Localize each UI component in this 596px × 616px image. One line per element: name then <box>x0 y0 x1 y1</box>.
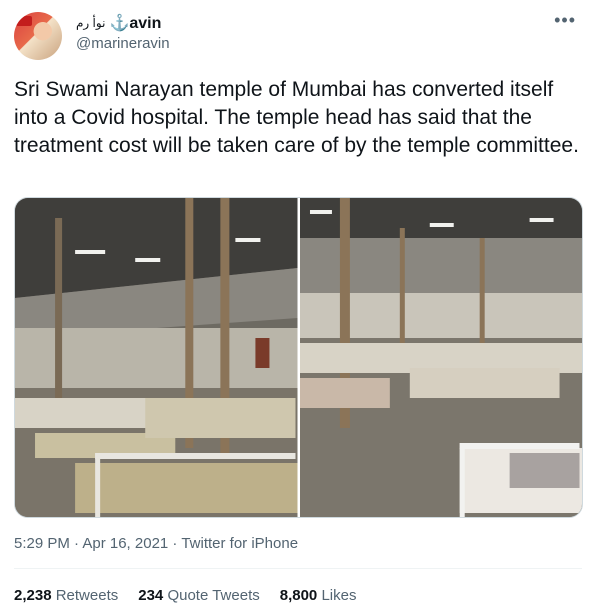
avatar[interactable] <box>14 12 62 60</box>
meta-separator: · <box>168 535 182 552</box>
tweet-source[interactable]: Twitter for iPhone <box>181 535 298 552</box>
photo-right[interactable] <box>299 198 582 517</box>
hospital-hall-photo-left <box>15 198 298 517</box>
user-handle[interactable]: @marineravin <box>76 35 170 52</box>
retweets-label: Retweets <box>55 587 119 604</box>
retweets-stat[interactable]: 2,238 Retweets <box>14 587 118 604</box>
likes-count: 8,800 <box>279 587 318 604</box>
quote-tweets-stat[interactable]: 234 Quote Tweets <box>138 587 259 604</box>
tweet-time[interactable]: 5:29 PM · Apr 16, 2021 <box>14 535 168 552</box>
photo-left[interactable] <box>15 198 298 517</box>
tweet-card: نوأ رم ⚓avin @marineravin ••• Sri Swami … <box>0 0 596 616</box>
likes-label: Likes <box>321 587 357 604</box>
retweets-count: 2,238 <box>14 587 52 604</box>
engagement-stats: 2,238 Retweets 234 Quote Tweets 8,800 Li… <box>14 587 356 604</box>
quote-tweets-label: Quote Tweets <box>167 587 260 604</box>
display-name[interactable]: نوأ رم ⚓avin <box>76 13 161 33</box>
display-name-rtl: نوأ رم <box>76 16 106 30</box>
more-options-icon[interactable]: ••• <box>554 10 576 31</box>
likes-stat[interactable]: 8,800 Likes <box>280 587 357 604</box>
divider <box>14 568 582 569</box>
avatar-badge-icon <box>16 16 32 26</box>
display-name-text: ⚓avin <box>109 15 162 32</box>
media-grid <box>14 197 583 518</box>
quote-tweets-count: 234 <box>138 587 164 604</box>
tweet-meta: 5:29 PM · Apr 16, 2021 · Twitter for iPh… <box>14 535 298 552</box>
tweet-text: Sri Swami Narayan temple of Mumbai has c… <box>14 78 579 157</box>
hospital-hall-photo-right <box>299 198 582 517</box>
